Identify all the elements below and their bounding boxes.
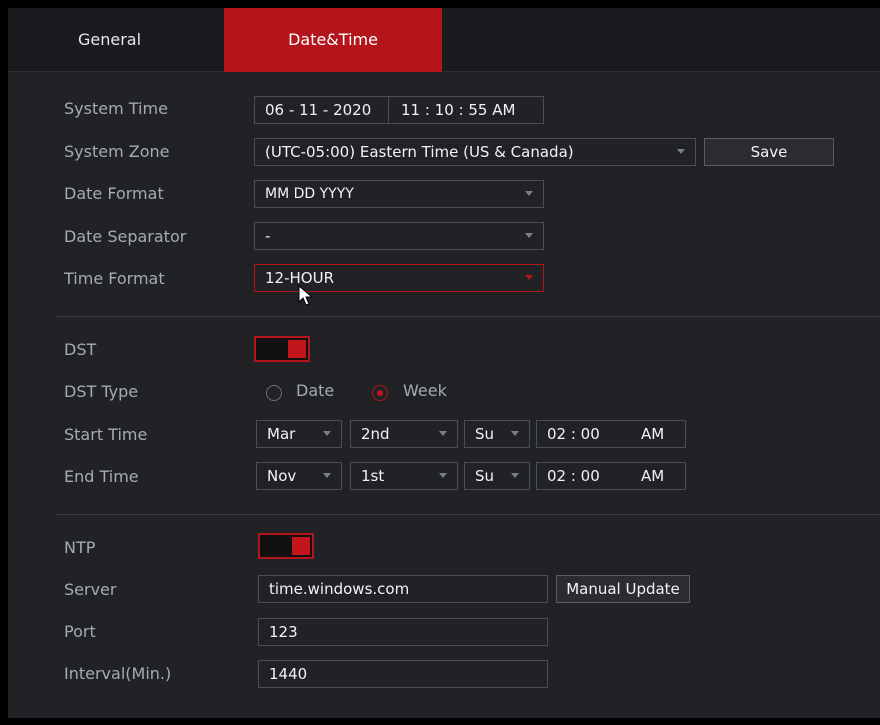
- chevron-down-icon: [439, 431, 447, 436]
- date-format-value: MM DD YYYY: [265, 186, 354, 202]
- toggle-knob: [292, 537, 310, 555]
- ntp-interval-input[interactable]: 1440: [258, 660, 548, 688]
- chevron-down-icon: [525, 233, 533, 238]
- start-day-value: Su: [475, 425, 495, 443]
- system-date-value[interactable]: 06 - 11 - 2020: [265, 101, 371, 119]
- start-day-select[interactable]: Su: [464, 420, 530, 448]
- time-format-label: Time Format: [64, 269, 165, 288]
- ntp-label: NTP: [64, 538, 96, 557]
- date-format-select[interactable]: MM DD YYYY: [254, 180, 544, 208]
- save-button[interactable]: Save: [704, 138, 834, 166]
- start-month-value: Mar: [267, 425, 296, 443]
- end-week-value: 1st: [361, 467, 385, 485]
- dst-type-date-label: Date: [296, 381, 335, 400]
- dst-type-week-radio[interactable]: [372, 385, 388, 401]
- end-time-label: End Time: [64, 467, 139, 486]
- system-time-label: System Time: [64, 99, 168, 118]
- end-time-field[interactable]: 02 : 00 AM: [536, 462, 686, 490]
- ntp-toggle[interactable]: [258, 533, 314, 559]
- date-separator-value: -: [265, 227, 271, 245]
- end-day-select[interactable]: Su: [464, 462, 530, 490]
- date-separator-select[interactable]: -: [254, 222, 544, 250]
- radio-dot: [377, 390, 383, 396]
- section-divider: [56, 316, 880, 317]
- start-ampm-value: AM: [641, 425, 665, 443]
- chevron-down-icon: [511, 431, 519, 436]
- chevron-down-icon: [323, 431, 331, 436]
- dst-type-week-label: Week: [403, 381, 447, 400]
- system-zone-value: (UTC-05:00) Eastern Time (US & Canada): [265, 143, 574, 161]
- chevron-down-icon: [525, 275, 533, 280]
- system-zone-label: System Zone: [64, 142, 170, 161]
- toggle-knob: [288, 340, 306, 358]
- server-label: Server: [64, 580, 117, 599]
- system-time-value[interactable]: 11 : 10 : 55 AM: [401, 97, 515, 123]
- manual-update-button[interactable]: Manual Update: [556, 575, 690, 603]
- chevron-down-icon: [525, 191, 533, 196]
- dst-toggle[interactable]: [254, 336, 310, 362]
- dst-label: DST: [64, 340, 97, 359]
- chevron-down-icon: [323, 473, 331, 478]
- end-week-select[interactable]: 1st: [350, 462, 458, 490]
- end-day-value: Su: [475, 467, 495, 485]
- dst-type-date-radio[interactable]: [266, 385, 282, 401]
- chevron-down-icon: [439, 473, 447, 478]
- date-separator-label: Date Separator: [64, 227, 187, 246]
- start-week-value: 2nd: [361, 425, 390, 443]
- date-format-label: Date Format: [64, 184, 164, 203]
- ntp-server-input[interactable]: time.windows.com: [258, 575, 548, 603]
- tab-general[interactable]: General: [30, 8, 190, 72]
- start-month-select[interactable]: Mar: [256, 420, 342, 448]
- chevron-down-icon: [677, 149, 685, 154]
- port-label: Port: [64, 622, 96, 641]
- system-zone-select[interactable]: (UTC-05:00) Eastern Time (US & Canada): [254, 138, 696, 166]
- start-week-select[interactable]: 2nd: [350, 420, 458, 448]
- start-time-value: 02 : 00: [547, 425, 600, 443]
- section-divider: [56, 514, 880, 515]
- chevron-down-icon: [511, 473, 519, 478]
- mouse-pointer-icon: [298, 285, 314, 306]
- end-ampm-value: AM: [641, 467, 665, 485]
- interval-label: Interval(Min.): [64, 664, 172, 683]
- end-month-value: Nov: [267, 467, 297, 485]
- ntp-port-input[interactable]: 123: [258, 618, 548, 646]
- dst-type-label: DST Type: [64, 382, 139, 401]
- system-time-field[interactable]: 06 - 11 - 2020 11 : 10 : 55 AM: [254, 96, 544, 124]
- tab-date-time[interactable]: Date&Time: [224, 8, 442, 72]
- end-month-select[interactable]: Nov: [256, 462, 342, 490]
- date-time-divider: [388, 97, 389, 123]
- start-time-field[interactable]: 02 : 00 AM: [536, 420, 686, 448]
- end-time-value: 02 : 00: [547, 467, 600, 485]
- start-time-label: Start Time: [64, 425, 148, 444]
